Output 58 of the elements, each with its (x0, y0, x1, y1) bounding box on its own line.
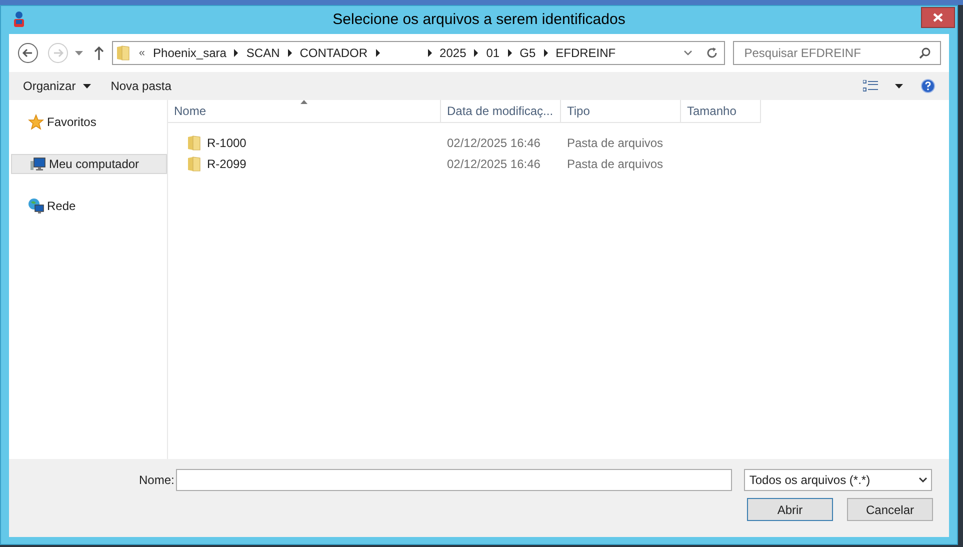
folder-icon (116, 45, 130, 61)
dialog-button[interactable]: Abrir (747, 498, 833, 521)
chevron-down-icon[interactable] (684, 50, 692, 56)
chevron-down-icon (919, 477, 928, 483)
file-name[interactable]: R-1000 (207, 134, 246, 152)
folder-icon (187, 156, 201, 172)
file-name[interactable]: R-2099 (207, 154, 246, 172)
breadcrumb[interactable]: 01 (486, 44, 500, 62)
search-field[interactable]: Pesquisar EFDREINF (733, 41, 941, 65)
back-icon[interactable] (17, 42, 39, 64)
dropdown-caret-icon[interactable] (74, 50, 83, 56)
table-cell-text: 02/12/2025 16:46 (446, 134, 542, 152)
breadcrumb[interactable]: G5 (520, 44, 536, 62)
breadcrumb[interactable]: SCAN (246, 44, 280, 62)
breadcrumb-arrow-icon[interactable] (473, 49, 480, 57)
breadcrumb-arrow-icon[interactable] (542, 49, 549, 57)
table-cell-text: Pasta de arquivos (566, 156, 664, 172)
new-folder-button[interactable]: Nova pasta (110, 77, 172, 95)
sort-arrow-icon (300, 100, 308, 104)
breadcrumb[interactable]: 2025 (440, 44, 466, 62)
name-label: Nome: (139, 472, 174, 489)
organize-menu[interactable]: Organizar (23, 77, 91, 95)
breadcrumb[interactable]: EFDREINF (556, 44, 616, 62)
help-icon[interactable] (921, 79, 935, 93)
overflow-chevron[interactable]: « (138, 44, 146, 62)
table-cell-text: Pasta de arquivos (566, 134, 664, 152)
sidebar-item[interactable]: Favoritos (9, 112, 167, 132)
breadcrumb-arrow-icon[interactable] (233, 49, 240, 57)
close-button[interactable] (921, 6, 955, 28)
column-header[interactable]: Tipo (561, 100, 681, 123)
table-cell-text: 02/12/2025 16:46 (446, 156, 542, 172)
close-icon (933, 12, 943, 22)
breadcrumb-arrow-icon[interactable] (374, 49, 381, 57)
column-header[interactable]: Tamanho (681, 100, 761, 123)
dialog-button[interactable]: Cancelar (847, 498, 933, 521)
caret-icon[interactable] (895, 84, 903, 88)
sidebar-item[interactable]: Meu computador (11, 154, 167, 174)
network-icon (28, 198, 44, 214)
caret-icon (82, 84, 91, 88)
file-type-dropdown[interactable]: Todos os arquivos (*.*) (744, 469, 932, 491)
breadcrumb-arrow-icon[interactable] (286, 49, 293, 57)
computer-icon (30, 156, 46, 172)
refresh-icon[interactable] (706, 47, 718, 59)
address-bar[interactable]: « Phoenix_sara SCAN CONTADOR 2025 01 G5 EFDREINF (112, 41, 726, 65)
breadcrumb[interactable]: Phoenix_sara (153, 44, 226, 62)
file-name-field[interactable] (176, 469, 732, 491)
breadcrumb-arrow-icon[interactable] (426, 49, 433, 57)
folder-icon (187, 134, 201, 150)
column-header[interactable]: Nome (168, 100, 441, 123)
column-header[interactable]: Data de modificaç... (441, 100, 561, 123)
sidebar-item[interactable]: Rede (9, 196, 167, 216)
star-icon (28, 114, 44, 130)
up-arrow-icon[interactable] (94, 46, 104, 60)
breadcrumb[interactable]: CONTADOR (300, 44, 368, 62)
breadcrumb-arrow-icon[interactable] (506, 49, 513, 57)
window-title: Selecione os arquivos a serem identificados (332, 10, 626, 30)
search-icon (918, 47, 931, 59)
view-list-icon[interactable] (863, 80, 879, 92)
